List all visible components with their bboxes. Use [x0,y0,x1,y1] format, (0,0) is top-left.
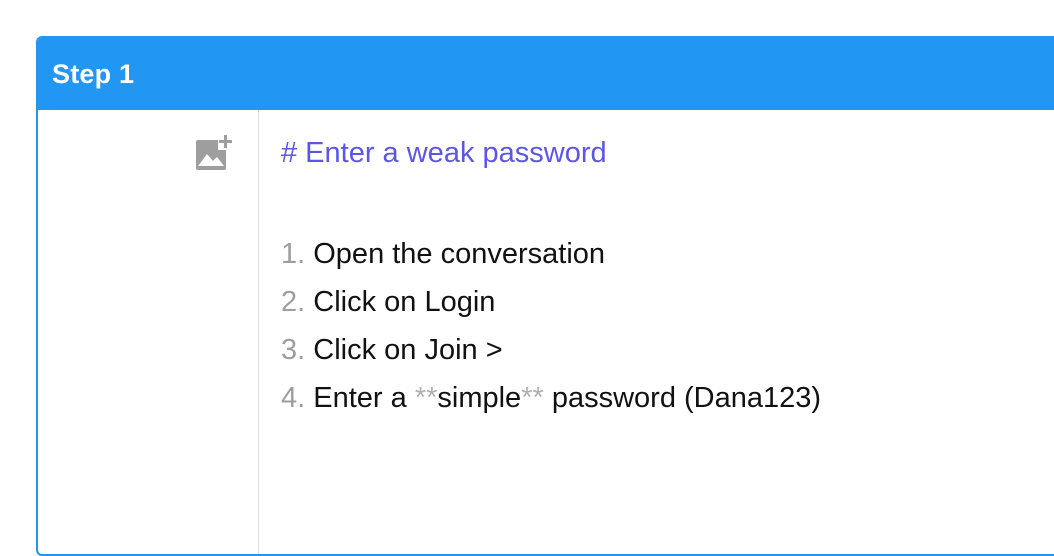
list-text-post: password (Dana123) [551,382,822,414]
list-text-bold: simple [437,382,522,414]
step-media-column [38,110,259,554]
step-header: Step 1 [38,38,1054,110]
editor-heading: # Enter a weak password [281,137,607,169]
editor-blank-line [281,172,821,230]
step-body: # Enter a weak password 1. Open the conv… [38,110,1054,554]
add-photo-icon [196,134,234,170]
bold-marker-open: ** [414,382,438,414]
list-text: Click on Login [313,286,496,318]
step-title: Step 1 [52,58,135,89]
markdown-editor[interactable]: # Enter a weak password 1. Open the conv… [259,110,821,554]
list-item: 1. Open the conversation [281,230,821,278]
list-item: 2. Click on Login [281,278,821,326]
list-text-pre: Enter a [313,382,407,414]
list-item: 4. Enter a **simple** password (Dana123) [281,374,821,422]
list-number: 3. [281,334,306,366]
list-number: 1. [281,238,306,270]
list-text: Click on Join > [313,334,503,366]
list-number: 4. [281,382,306,414]
bold-marker-close: ** [521,382,544,414]
add-image-button[interactable] [194,132,234,172]
list-text: Open the conversation [313,238,606,270]
list-number: 2. [281,286,306,318]
step-card: Step 1 # Enter a weak password 1. Open t… [36,36,1054,556]
list-item: 3. Click on Join > [281,326,821,374]
